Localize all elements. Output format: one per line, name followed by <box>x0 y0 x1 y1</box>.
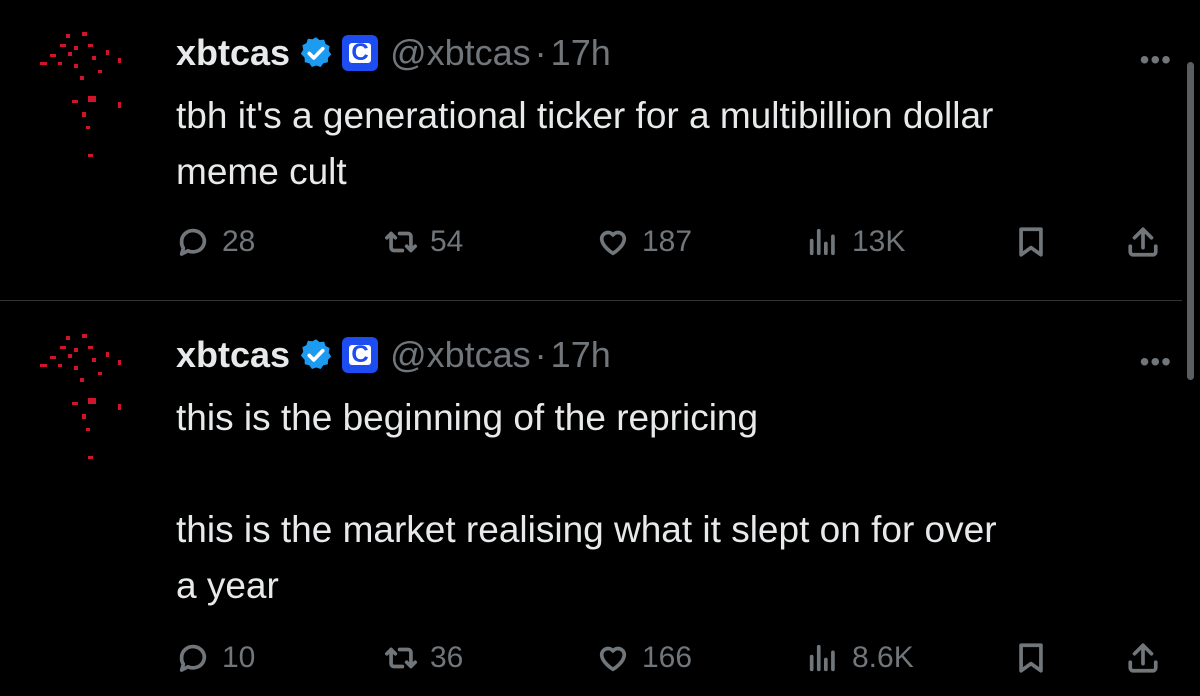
bookmark-button[interactable] <box>1014 222 1048 262</box>
avatar[interactable] <box>30 332 140 462</box>
reply-icon <box>179 644 207 672</box>
bookmark-icon <box>1019 643 1043 673</box>
reply-count: 28 <box>222 225 256 258</box>
avatar[interactable] <box>30 30 140 160</box>
repost-button[interactable]: 36 <box>384 638 463 678</box>
like-count: 187 <box>642 225 693 258</box>
tweet-text-line: a year <box>176 565 279 606</box>
username[interactable]: @xbtcas <box>390 32 531 74</box>
affiliate-badge-icon[interactable]: C <box>342 337 379 373</box>
repost-icon <box>384 647 418 669</box>
scrollbar[interactable] <box>1187 62 1194 380</box>
tweet-text-line: tbh it's a generational ticker for a mul… <box>176 95 994 136</box>
tweet-text-blank-line <box>176 446 1176 502</box>
like-count: 166 <box>642 641 693 674</box>
share-button[interactable] <box>1126 638 1160 678</box>
share-button[interactable] <box>1126 222 1160 262</box>
action-bar: 10 36 166 8.6K <box>176 638 1166 678</box>
affiliate-badge-icon[interactable]: C <box>342 35 379 71</box>
view-count: 13K <box>852 225 906 258</box>
tweet-text: tbh it's a generational ticker for a mul… <box>176 88 1176 200</box>
share-icon <box>1128 227 1158 257</box>
reply-button[interactable]: 10 <box>176 638 255 678</box>
views-icon <box>809 644 835 672</box>
view-count: 8.6K <box>852 641 914 674</box>
reply-count: 10 <box>222 641 256 674</box>
timestamp[interactable]: 17h <box>551 334 611 376</box>
verified-badge-icon[interactable] <box>298 337 334 373</box>
like-button[interactable]: 166 <box>596 638 692 678</box>
repost-count: 36 <box>430 641 464 674</box>
bookmark-button[interactable] <box>1014 638 1048 678</box>
bookmark-icon <box>1019 227 1043 257</box>
reply-button[interactable]: 28 <box>176 222 255 262</box>
more-options-icon[interactable]: ••• <box>1140 346 1172 378</box>
share-icon <box>1128 643 1158 673</box>
views-icon <box>809 228 835 256</box>
tweet-text-line: this is the beginning of the repricing <box>176 397 759 438</box>
divider <box>0 300 1182 301</box>
display-name[interactable]: xbtcas <box>176 32 290 74</box>
timestamp[interactable]: 17h <box>551 32 611 74</box>
more-options-icon[interactable]: ••• <box>1140 44 1172 76</box>
tweet-2[interactable]: xbtcas C @xbtcas · 17h ••• this is the b… <box>0 302 1200 696</box>
views-button[interactable]: 8.6K <box>806 638 914 678</box>
action-bar: 28 54 187 13K <box>176 222 1166 262</box>
tweet-text-line: this is the market realising what it sle… <box>176 509 997 550</box>
like-button[interactable]: 187 <box>596 222 692 262</box>
username[interactable]: @xbtcas <box>390 334 531 376</box>
tweet-text-line: meme cult <box>176 151 347 192</box>
repost-button[interactable]: 54 <box>384 222 463 262</box>
verified-badge-icon[interactable] <box>298 35 334 71</box>
views-button[interactable]: 13K <box>806 222 905 262</box>
repost-icon <box>384 231 418 253</box>
separator-dot: · <box>534 334 547 375</box>
reply-icon <box>179 228 207 256</box>
tweet-header: xbtcas C @xbtcas · 17h <box>176 30 611 76</box>
tweet-header: xbtcas C @xbtcas · 17h <box>176 332 611 378</box>
display-name[interactable]: xbtcas <box>176 334 290 376</box>
repost-count: 54 <box>430 225 464 258</box>
heart-icon <box>599 230 627 256</box>
tweet-1[interactable]: xbtcas C @xbtcas · 17h ••• tbh it's a ge… <box>0 0 1200 300</box>
separator-dot: · <box>534 32 547 73</box>
tweet-text: this is the beginning of the repricing t… <box>176 390 1176 614</box>
heart-icon <box>599 646 627 672</box>
